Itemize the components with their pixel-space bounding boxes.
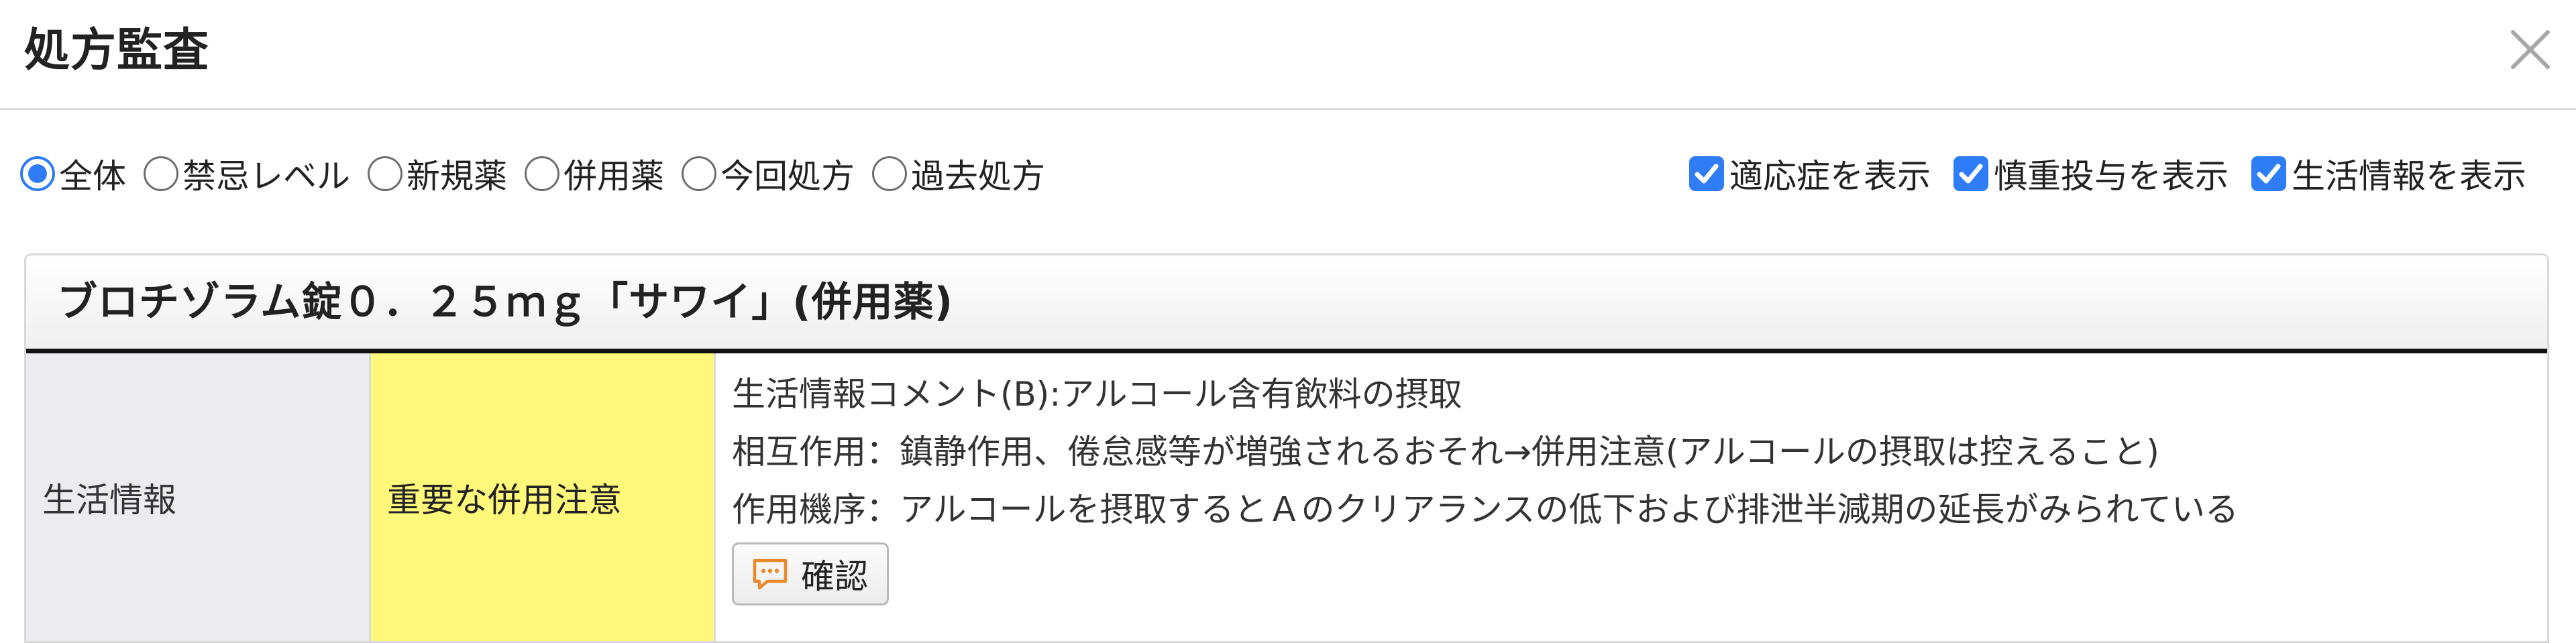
close-icon [2511, 30, 2550, 69]
audit-dialog: 処方監査 全体 禁忌レベル 新規薬 併用薬 今回処方 過去処方 適応症を表示 慎… [0, 0, 2576, 643]
radio-button[interactable] [20, 156, 55, 191]
checkmark-icon [2257, 164, 2281, 184]
close-button[interactable] [2504, 23, 2557, 76]
drug-panel-header: ブロチゾラム錠０．２５ｍｇ「サワイ」(併用薬) [26, 255, 2547, 353]
checkbox-label: 慎重投与を表示 [1994, 157, 2229, 196]
comment-icon [751, 557, 789, 591]
detail-line: 生活情報コメント(B):アルコール含有飲料の摂取 [732, 375, 1462, 414]
checkbox-label: 生活情報を表示 [2292, 157, 2526, 196]
radio-label: 全体 [59, 157, 126, 196]
checkbox-box[interactable] [1689, 156, 1724, 191]
radio-contraindication-level[interactable]: 禁忌レベル [144, 150, 350, 198]
drug-name: ブロチゾラム錠０．２５ｍｇ「サワイ」(併用薬) [57, 279, 954, 326]
radio-current-prescription[interactable]: 今回処方 [682, 150, 855, 198]
dialog-title: 処方監査 [24, 24, 210, 77]
checkbox-box[interactable] [1953, 156, 1988, 191]
radio-label: 併用薬 [564, 157, 664, 196]
checkmark-icon [1695, 164, 1719, 184]
radio-new-drug[interactable]: 新規薬 [368, 150, 507, 198]
radio-button[interactable] [872, 156, 907, 191]
display-option-checkboxes: 適応症を表示 慎重投与を表示 生活情報を表示 [1666, 143, 2526, 204]
checkbox-show-careful-administration[interactable]: 慎重投与を表示 [1953, 150, 2229, 198]
checkbox-show-lifestyle-info[interactable]: 生活情報を表示 [2251, 150, 2526, 198]
detail-cell: 生活情報コメント(B):アルコール含有飲料の摂取 相互作用：鎮静作用、倦怠感等が… [716, 353, 2547, 641]
radio-label: 禁忌レベル [182, 157, 350, 196]
dialog-header: 処方監査 [0, 0, 2576, 110]
category-cell: 生活情報 [26, 353, 371, 641]
radio-button[interactable] [144, 156, 178, 191]
checkbox-show-indications[interactable]: 適応症を表示 [1689, 150, 1931, 198]
confirm-label: 確認 [801, 557, 868, 596]
confirm-button[interactable]: 確認 [732, 542, 889, 605]
detail-line: 相互作用：鎮静作用、倦怠感等が増強されるおそれ→併用注意(アルコールの摂取は控え… [732, 432, 2159, 471]
radio-label: 今回処方 [720, 157, 855, 196]
checkbox-box[interactable] [2251, 156, 2286, 191]
checkbox-label: 適応症を表示 [1729, 157, 1931, 196]
radio-all[interactable]: 全体 [20, 150, 126, 198]
detail-line: 作用機序：アルコールを摂取するとＡのクリアランスの低下および排泄半減期の延長がみ… [732, 490, 2239, 529]
radio-label: 過去処方 [911, 157, 1045, 196]
filter-radio-group: 全体 禁忌レベル 新規薬 併用薬 今回処方 過去処方 [20, 143, 1063, 204]
drug-audit-panel: ブロチゾラム錠０．２５ｍｇ「サワイ」(併用薬) 生活情報 重要な併用注意 生活情… [24, 253, 2549, 643]
radio-button[interactable] [525, 156, 559, 191]
radio-concomitant-drug[interactable]: 併用薬 [525, 150, 664, 198]
radio-label: 新規薬 [407, 157, 507, 196]
radio-past-prescription[interactable]: 過去処方 [872, 150, 1045, 198]
table-row: 生活情報 重要な併用注意 生活情報コメント(B):アルコール含有飲料の摂取 相互… [26, 353, 2547, 643]
radio-button[interactable] [368, 156, 402, 191]
severity-level-cell: 重要な併用注意 [371, 353, 716, 641]
checkmark-icon [1959, 164, 1983, 184]
radio-button[interactable] [682, 156, 716, 191]
